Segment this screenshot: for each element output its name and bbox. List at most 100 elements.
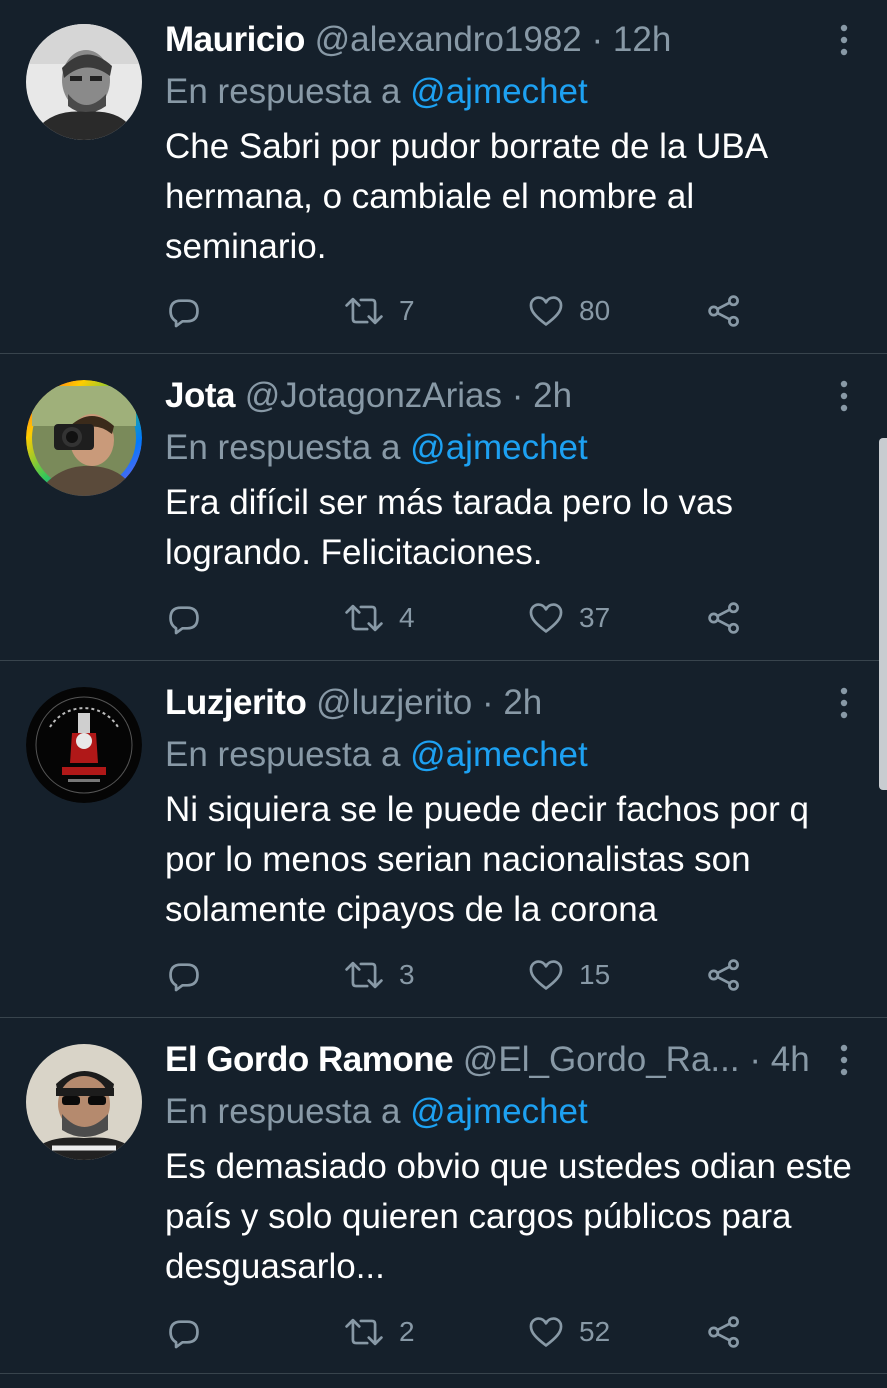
separator-dot: · [511,376,524,415]
tweet-text: Ni siquiera se le puede decir fachos por… [165,790,809,929]
retweet-icon [345,604,383,632]
share-button[interactable] [705,1310,743,1354]
share-icon [708,295,739,327]
mention-link[interactable]: @ajmechet [410,428,588,467]
like-button[interactable]: 37 [527,596,610,640]
more-options-button[interactable] [831,683,857,723]
display-name[interactable]: Jota [165,376,235,415]
action-bar: 3 15 [165,953,765,997]
retweet-icon [345,961,383,989]
reply-button[interactable] [165,953,203,997]
retweet-count: 3 [399,959,415,990]
reply-context: En respuesta a @ajmechet [165,1090,588,1134]
display-name[interactable]: Luzjerito [165,683,307,722]
mention-link[interactable]: @ajmechet [410,72,588,111]
retweet-button[interactable]: 7 [343,289,415,333]
display-name[interactable]: El Gordo Ramone [165,1040,454,1079]
avatar[interactable] [26,687,142,803]
timeline: Mauricio @alexandro1982 · 12h En respues… [0,0,887,1374]
like-count: 52 [579,1316,611,1347]
scrollbar[interactable] [879,438,887,790]
separator-dot: · [591,20,604,59]
more-options-button[interactable] [831,1040,857,1080]
like-button[interactable]: 15 [527,953,610,997]
reply-prefix: En respuesta a [165,72,401,111]
share-button[interactable] [705,289,743,333]
tweet-text: Era difícil ser más tarada pero lo vas l… [165,483,734,572]
grayscale-man-avatar [26,24,142,140]
timestamp[interactable]: 12h [613,20,671,59]
heart-icon [529,296,563,326]
reply-icon [169,1320,199,1349]
tweet-header: Luzjerito @luzjerito · 2h [165,681,817,725]
timestamp[interactable]: 4h [771,1040,810,1079]
like-button[interactable]: 80 [527,289,610,333]
avatar[interactable] [26,1044,142,1160]
more-options-button[interactable] [831,20,857,60]
reply-icon [169,299,199,328]
tweet-header: El Gordo Ramone @El_Gordo_Ra... · 4h [165,1038,817,1082]
timestamp[interactable]: 2h [503,683,542,722]
user-handle[interactable]: @luzjerito [316,683,472,722]
retweet-count: 4 [399,602,415,633]
retweet-count: 7 [399,295,415,326]
tweet-text: Che Sabri por pudor borrate de la UBA he… [165,127,767,266]
reply-context: En respuesta a @ajmechet [165,70,588,114]
reply-button[interactable] [165,1310,203,1354]
retweet-button[interactable]: 3 [343,953,415,997]
action-bar: 2 52 [165,1310,765,1354]
share-icon [708,959,739,991]
reply-context: En respuesta a @ajmechet [165,426,588,470]
like-button[interactable]: 52 [527,1310,610,1354]
retweet-count: 2 [399,1316,415,1347]
share-button[interactable] [705,953,743,997]
heart-icon [529,960,563,990]
reply-prefix: En respuesta a [165,1092,401,1131]
tweet[interactable]: Luzjerito @luzjerito · 2h En respuesta a… [0,661,887,1018]
user-handle[interactable]: @alexandro1982 [315,20,582,59]
display-name[interactable]: Mauricio [165,20,305,59]
reply-icon [169,606,199,635]
separator-dot: · [749,1040,761,1079]
tweet[interactable]: Jota @JotagonzArias · 2h En respuesta a … [0,354,887,661]
heart-icon [529,603,563,633]
avatar[interactable] [26,380,142,496]
reply-prefix: En respuesta a [165,428,401,467]
action-bar: 7 80 [165,289,765,333]
reply-context: En respuesta a @ajmechet [165,733,588,777]
share-icon [708,602,739,634]
user-handle[interactable]: @El_Gordo_Ra... [463,1040,740,1079]
share-button[interactable] [705,596,743,640]
retweet-button[interactable]: 4 [343,596,415,640]
reply-button[interactable] [165,596,203,640]
action-bar: 4 37 [165,596,765,640]
more-vertical-icon [840,24,848,56]
tweet[interactable]: Mauricio @alexandro1982 · 12h En respues… [0,0,887,354]
user-handle[interactable]: @JotagonzArias [245,376,502,415]
more-options-button[interactable] [831,376,857,416]
more-vertical-icon [840,687,848,719]
tweet-text: Es demasiado obvio que ustedes odian est… [165,1147,852,1286]
heart-icon [529,1317,563,1347]
mention-link[interactable]: @ajmechet [410,1092,588,1131]
camera-photographer-avatar-rainbow-ring [26,380,142,496]
share-icon [708,1316,739,1348]
reply-prefix: En respuesta a [165,735,401,774]
man-with-sunglasses-avatar [26,1044,142,1160]
reply-button[interactable] [165,289,203,333]
retweet-icon [345,297,383,325]
tweet-header: Mauricio @alexandro1982 · 12h [165,18,817,62]
reply-icon [169,963,199,992]
timestamp[interactable]: 2h [533,376,572,415]
more-vertical-icon [840,380,848,412]
mention-link[interactable]: @ajmechet [410,735,588,774]
tweet[interactable]: El Gordo Ramone @El_Gordo_Ra... · 4h En … [0,1018,887,1374]
retweet-icon [345,1318,383,1346]
avatar[interactable] [26,24,142,140]
black-circular-badge-avatar [26,687,142,803]
like-count: 80 [579,295,611,326]
like-count: 15 [579,959,611,990]
tweet-header: Jota @JotagonzArias · 2h [165,374,817,418]
like-count: 37 [579,602,611,633]
retweet-button[interactable]: 2 [343,1310,415,1354]
